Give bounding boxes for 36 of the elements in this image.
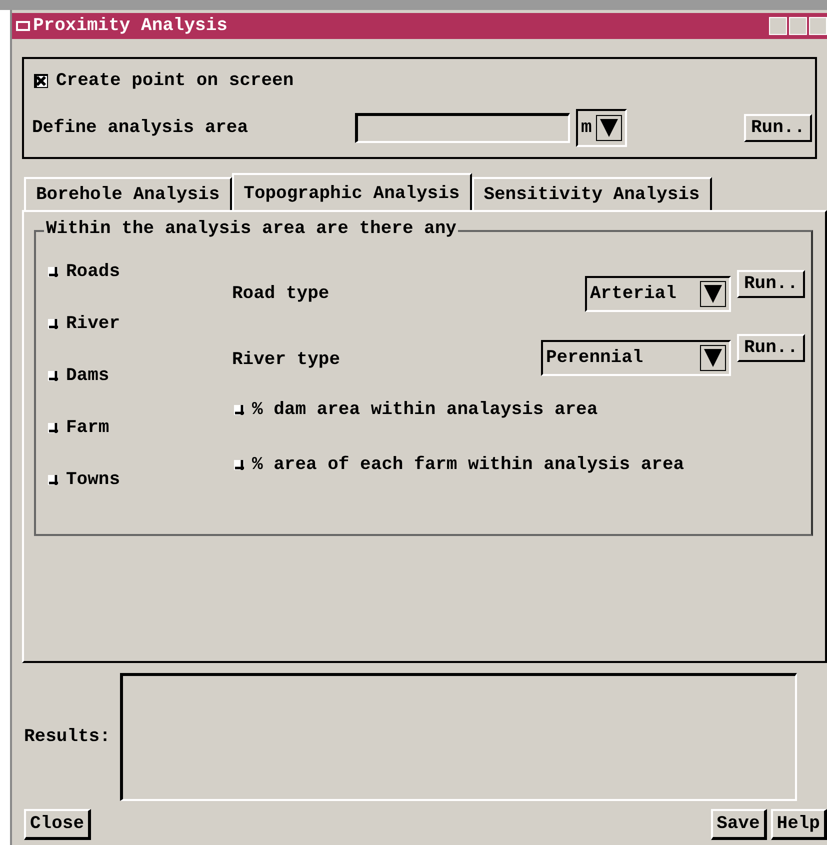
group-title: Within the analysis area are there any xyxy=(44,219,458,239)
checkbox[interactable] xyxy=(232,458,246,472)
results-label: Results: xyxy=(24,727,110,747)
river-type-dropdown[interactable]: Perennial xyxy=(540,340,731,376)
dialog-button[interactable]: Help xyxy=(770,809,827,840)
close-button[interactable]: Close xyxy=(24,809,92,840)
checkbox-label: Dams xyxy=(66,366,110,386)
checkbox-label: Create point on screen xyxy=(56,71,294,91)
window-title: Proximity Analysis xyxy=(33,16,228,36)
checkbox-label: % dam area within analaysis area xyxy=(252,400,598,420)
run-button[interactable]: Run.. xyxy=(744,114,812,142)
tab[interactable]: Topographic Analysis xyxy=(232,173,472,210)
dialog-button[interactable]: Save xyxy=(710,809,767,840)
checkbox-label: River xyxy=(66,314,120,334)
window-menu-icon[interactable] xyxy=(16,21,30,31)
run-button[interactable]: Run.. xyxy=(736,334,805,362)
checkbox[interactable] xyxy=(46,317,60,331)
run-button[interactable]: Run.. xyxy=(736,270,805,298)
checkbox[interactable] xyxy=(46,473,60,487)
checkbox[interactable] xyxy=(46,265,60,279)
checkbox-label: Roads xyxy=(66,262,120,282)
field-label: Road type xyxy=(232,284,330,304)
checkbox-label: % area of each farm within analysis area xyxy=(252,455,684,475)
checkbox[interactable] xyxy=(232,403,246,417)
checkbox[interactable] xyxy=(46,369,60,383)
road-type-dropdown[interactable]: Arterial xyxy=(584,276,731,312)
checkbox[interactable] xyxy=(46,421,60,435)
tab[interactable]: Borehole Analysis xyxy=(24,177,232,210)
tab[interactable]: Sensitivity Analysis xyxy=(472,177,712,210)
checkbox-label: Towns xyxy=(66,470,120,490)
field-label: River type xyxy=(232,350,340,370)
input-field[interactable] xyxy=(355,113,570,143)
unit-dropdown[interactable]: m xyxy=(576,109,627,147)
field-label: Define analysis area xyxy=(32,118,248,138)
checkbox-label: Farm xyxy=(66,418,110,438)
checkbox[interactable] xyxy=(34,74,48,88)
